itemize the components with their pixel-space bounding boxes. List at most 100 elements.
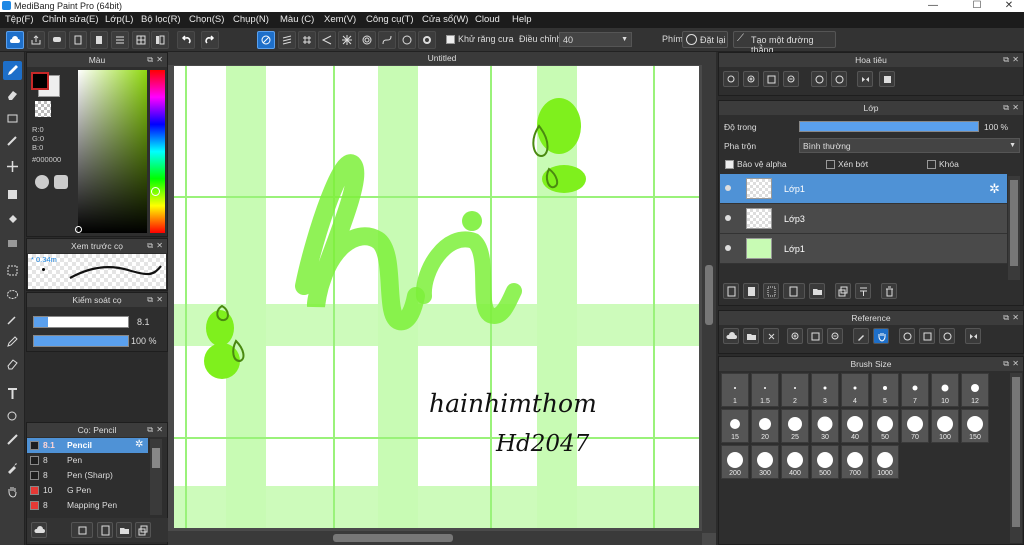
- undock-icon[interactable]: ⧉: [1003, 53, 1009, 67]
- brush-opacity-slider[interactable]: [33, 335, 129, 347]
- rotate-left-icon[interactable]: [811, 71, 827, 87]
- close-icon[interactable]: ✕: [156, 239, 163, 253]
- zoom-in-plus-icon[interactable]: [743, 71, 759, 87]
- move-tool-icon[interactable]: [3, 157, 22, 176]
- cloud-icon[interactable]: [723, 328, 739, 344]
- vscroll-thumb[interactable]: [705, 265, 713, 325]
- brush-size-option[interactable]: 500: [811, 445, 839, 479]
- dot-brush-icon[interactable]: [3, 131, 22, 150]
- picker-mode-icon[interactable]: [54, 175, 68, 189]
- brush-size-option[interactable]: 10: [931, 373, 959, 407]
- undock-icon[interactable]: ⧉: [147, 293, 153, 307]
- minimize-button[interactable]: —: [918, 0, 948, 12]
- brush-size-option[interactable]: 7: [901, 373, 929, 407]
- folder-icon[interactable]: [116, 522, 132, 538]
- undock-icon[interactable]: ⧉: [147, 53, 153, 67]
- merge-layer-icon[interactable]: [855, 283, 871, 299]
- brush-tool-icon[interactable]: [3, 61, 22, 80]
- eye-icon[interactable]: [725, 245, 731, 251]
- hand-icon[interactable]: [873, 328, 889, 344]
- cross-snap-icon[interactable]: [298, 31, 316, 49]
- new-halftone-layer-icon[interactable]: [763, 283, 779, 299]
- scrollbar-thumb[interactable]: [1010, 180, 1018, 266]
- scrollbar-thumb[interactable]: [1012, 377, 1020, 527]
- cloud-brush-icon[interactable]: [31, 522, 47, 538]
- eyedropper-tool-icon[interactable]: [3, 458, 22, 477]
- brush-size-option[interactable]: 25: [781, 409, 809, 443]
- flip-icon[interactable]: [965, 328, 981, 344]
- brush-size-option[interactable]: 700: [841, 445, 869, 479]
- circle-snap-icon[interactable]: [358, 31, 376, 49]
- foreground-color-swatch[interactable]: [31, 72, 49, 90]
- page-icon[interactable]: [69, 31, 87, 49]
- close-icon[interactable]: ✕: [1012, 101, 1019, 115]
- menu-help[interactable]: Help: [512, 12, 532, 28]
- redo-icon[interactable]: [201, 31, 219, 49]
- eraser-tool-icon[interactable]: [3, 85, 22, 104]
- operation-tool-icon[interactable]: [3, 407, 22, 426]
- settings-icon[interactable]: [418, 31, 436, 49]
- layer-row[interactable]: Lớp1 ✲: [720, 174, 1007, 204]
- gear-icon[interactable]: ✲: [135, 439, 143, 450]
- brush-size-scrollbar[interactable]: [1010, 373, 1022, 543]
- blend-mode-dropdown[interactable]: Bình thường ▼: [799, 138, 1020, 153]
- folder-icon[interactable]: [809, 283, 825, 299]
- adjust-dropdown[interactable]: 40 ▼: [559, 32, 632, 47]
- reset-view-icon[interactable]: [879, 71, 895, 87]
- curve-snap-icon[interactable]: [378, 31, 396, 49]
- close-button[interactable]: ✕: [994, 0, 1024, 12]
- menu-cloud[interactable]: Cloud: [475, 12, 500, 28]
- layer-row[interactable]: Lớp3: [720, 204, 1007, 234]
- brush-item[interactable]: 8 Pen: [27, 453, 148, 468]
- text-tool-icon[interactable]: [3, 384, 22, 403]
- transparent-swatch[interactable]: [35, 101, 51, 117]
- brush-size-option[interactable]: 70: [901, 409, 929, 443]
- fit-icon[interactable]: [807, 328, 823, 344]
- radial-snap-icon[interactable]: [338, 31, 356, 49]
- gradient-tool-icon[interactable]: [3, 234, 22, 253]
- color-cursor[interactable]: [75, 226, 82, 233]
- canvas-vscroll[interactable]: [702, 65, 716, 533]
- brush-size-option[interactable]: 200: [721, 445, 749, 479]
- fill-rect-tool-icon[interactable]: [3, 185, 22, 204]
- snap-off-icon[interactable]: [257, 31, 275, 49]
- reset-button[interactable]: Đặt lại: [682, 31, 728, 48]
- saturation-value-field[interactable]: [78, 70, 147, 233]
- menu-filter[interactable]: Bộ lọc(R): [141, 12, 181, 28]
- layer-row[interactable]: Lớp1: [720, 234, 1007, 264]
- open-folder-icon[interactable]: [743, 328, 759, 344]
- brush-size-slider[interactable]: [33, 316, 129, 328]
- zoom-in-icon[interactable]: [787, 328, 803, 344]
- brush-size-option[interactable]: 1: [721, 373, 749, 407]
- brush-size-option[interactable]: 12: [961, 373, 989, 407]
- brush-size-option[interactable]: 1000: [871, 445, 899, 479]
- zoom-out-icon[interactable]: [827, 328, 843, 344]
- duplicate-layer-icon[interactable]: [835, 283, 851, 299]
- menu-layer[interactable]: Lớp(L): [105, 12, 133, 28]
- undock-icon[interactable]: ⧉: [147, 423, 153, 437]
- select-pen-icon[interactable]: [3, 332, 22, 351]
- rotate-right-icon[interactable]: [831, 71, 847, 87]
- brush-size-option[interactable]: 1.5: [751, 373, 779, 407]
- undock-icon[interactable]: ⧉: [1003, 357, 1009, 371]
- rotate-left-icon[interactable]: [899, 328, 915, 344]
- hue-slider[interactable]: [150, 70, 165, 233]
- brush-size-option[interactable]: 20: [751, 409, 779, 443]
- straight-line-button[interactable]: ⟋ Tạo một đường thẳng: [733, 31, 836, 55]
- cloud-icon[interactable]: [6, 31, 24, 49]
- brush-size-option[interactable]: 40: [841, 409, 869, 443]
- brush-size-option[interactable]: 150: [961, 409, 989, 443]
- brush-item-selected[interactable]: 8.1 Pencil ✲: [27, 438, 148, 453]
- brush-size-option[interactable]: 5: [871, 373, 899, 407]
- eyedropper-icon[interactable]: [853, 328, 869, 344]
- brush-settings-icon[interactable]: [97, 522, 113, 538]
- close-icon[interactable]: ✕: [156, 53, 163, 67]
- brush-size-option[interactable]: 100: [931, 409, 959, 443]
- lasso-tool-icon[interactable]: [3, 285, 22, 304]
- hue-cursor[interactable]: [151, 187, 160, 196]
- close-icon[interactable]: ✕: [156, 293, 163, 307]
- select-eraser-icon[interactable]: [3, 354, 22, 373]
- close-icon[interactable]: ✕: [1012, 357, 1019, 371]
- menu-window[interactable]: Cửa sổ(W): [422, 12, 468, 28]
- eye-icon[interactable]: [725, 215, 731, 221]
